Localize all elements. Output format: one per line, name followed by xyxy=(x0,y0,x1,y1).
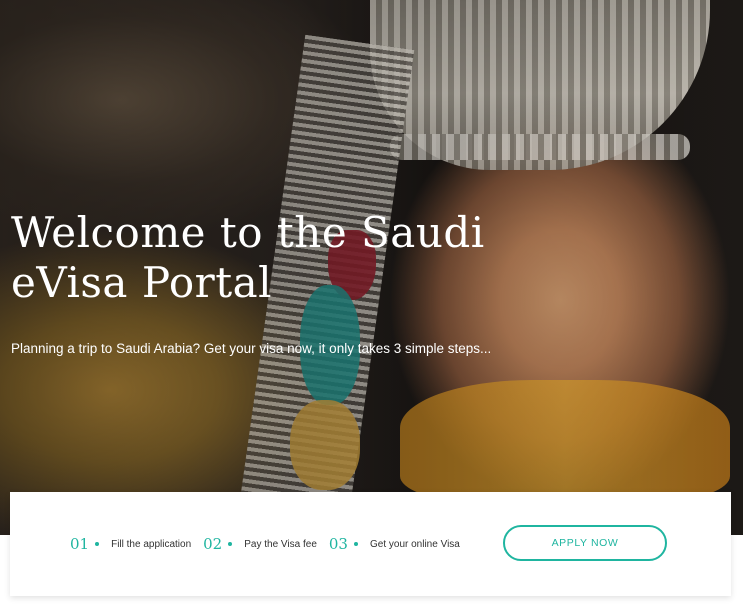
step-number: 03 xyxy=(328,535,348,553)
step-label: Fill the application xyxy=(111,538,192,550)
page: Welcome to the Saudi eVisa Portal Planni… xyxy=(0,0,743,608)
hero-banner: Welcome to the Saudi eVisa Portal Planni… xyxy=(0,0,743,535)
step-dot-icon xyxy=(353,542,358,546)
step-3: 03 Get your online Visa xyxy=(329,535,460,553)
step-label: Pay the Visa fee xyxy=(244,538,317,550)
steps-card: 01 Fill the application 02 Pay the Visa … xyxy=(10,492,731,596)
step-1: 01 Fill the application xyxy=(70,535,191,553)
step-number: 01 xyxy=(70,535,90,553)
step-2: 02 Pay the Visa fee xyxy=(203,535,317,553)
steps-list: 01 Fill the application 02 Pay the Visa … xyxy=(70,492,472,596)
step-label: Get your online Visa xyxy=(369,538,460,550)
step-dot-icon xyxy=(95,542,100,546)
apply-now-button[interactable]: APPLY NOW xyxy=(503,525,667,561)
step-number: 02 xyxy=(203,535,223,553)
hero-subtitle: Planning a trip to Saudi Arabia? Get you… xyxy=(11,341,492,356)
step-dot-icon xyxy=(228,542,233,546)
hero-title: Welcome to the Saudi eVisa Portal xyxy=(11,208,485,307)
